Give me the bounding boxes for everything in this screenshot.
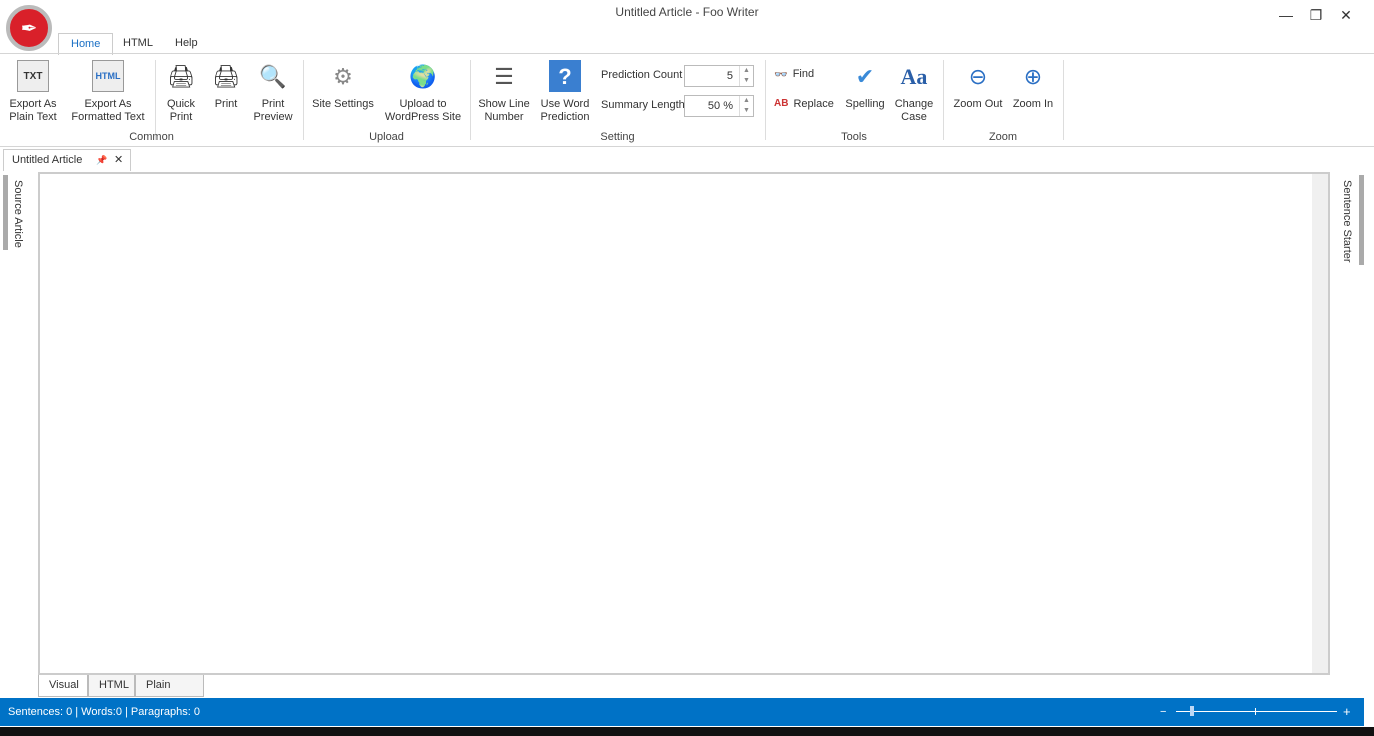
label: Use Word Prediction xyxy=(536,98,594,124)
zoom-slider-thumb[interactable] xyxy=(1190,706,1194,716)
editor-area[interactable] xyxy=(38,172,1330,675)
preview-magnifier-icon: 🔍 xyxy=(257,60,289,92)
label: Change Case xyxy=(890,98,938,124)
group-label-common: Common xyxy=(0,131,303,143)
tab-html[interactable]: HTML xyxy=(111,33,165,54)
zoom-out-button[interactable]: ⊖ Zoom Out xyxy=(950,60,1006,111)
upload-wordpress-button[interactable]: 🌍 Upload to WordPress Site xyxy=(382,60,464,124)
help-document-icon: ? xyxy=(549,60,581,92)
close-tab-icon[interactable]: ✕ xyxy=(114,150,123,170)
numbered-list-icon: ☰ xyxy=(488,60,520,92)
label: Export As Plain Text xyxy=(4,98,62,124)
divider xyxy=(1063,60,1064,140)
label: Show Line Number xyxy=(476,98,532,124)
zoom-slider[interactable] xyxy=(1176,711,1337,712)
label: Print Preview xyxy=(250,98,296,124)
label: Zoom In xyxy=(1008,98,1058,111)
printer-icon: 🖨 xyxy=(165,60,197,92)
zoom-in-button[interactable]: ⊕ Zoom In xyxy=(1008,60,1058,111)
document-tab[interactable]: Untitled Article 📌 ✕ xyxy=(3,149,131,171)
summary-length-spinner[interactable]: 50 %▲▼ xyxy=(684,95,754,117)
divider xyxy=(303,60,304,140)
replace-button[interactable]: AB Replace xyxy=(774,98,834,110)
divider xyxy=(470,60,471,140)
show-line-number-button[interactable]: ☰ Show Line Number xyxy=(476,60,532,124)
prediction-count-label: Prediction Count xyxy=(601,69,682,81)
tab-home[interactable]: Home xyxy=(58,33,113,55)
label: Replace xyxy=(793,98,833,110)
word-prediction-button[interactable]: ? Use Word Prediction xyxy=(536,60,594,124)
find-button[interactable]: 👓 Find xyxy=(774,68,814,81)
spelling-button[interactable]: ✔ Spelling xyxy=(842,60,888,111)
sentence-starter-panel-tab[interactable]: Sentence Starter xyxy=(1341,180,1353,263)
export-plain-text-button[interactable]: TXT Export As Plain Text xyxy=(4,60,62,124)
label: Print xyxy=(205,98,247,111)
print-button[interactable]: 🖨 Print xyxy=(205,60,247,111)
label: Quick Print xyxy=(160,98,202,124)
group-label-setting: Setting xyxy=(470,131,765,143)
status-counts: Sentences: 0 | Words:0 | Paragraphs: 0 xyxy=(8,706,200,718)
tab-help[interactable]: Help xyxy=(163,33,210,54)
view-tab-html[interactable]: HTML xyxy=(88,675,135,697)
prediction-count-spinner[interactable]: 5▲▼ xyxy=(684,65,754,87)
left-panel-marker xyxy=(3,175,8,250)
binoculars-icon: 👓 xyxy=(774,68,788,81)
export-formatted-text-button[interactable]: HTML Export As Formatted Text xyxy=(66,60,150,124)
zoom-plus-button[interactable]: + xyxy=(1343,698,1351,726)
printer-question-icon: 🖨 xyxy=(210,60,242,92)
app-logo-quill-icon[interactable]: ✒ xyxy=(6,5,52,51)
source-article-panel-tab[interactable]: Source Article xyxy=(12,180,24,248)
document-tab-label: Untitled Article xyxy=(12,154,82,166)
label: Find xyxy=(793,68,814,81)
html-file-icon: HTML xyxy=(92,60,124,92)
spellcheck-icon: ✔ xyxy=(849,60,881,92)
label: Upload to WordPress Site xyxy=(382,98,464,124)
globe-upload-icon: 🌍 xyxy=(407,60,439,92)
value: 5 xyxy=(685,66,739,86)
label: Zoom Out xyxy=(950,98,1006,111)
restore-button[interactable]: ❐ xyxy=(1303,4,1329,26)
divider xyxy=(943,60,944,140)
label: Spelling xyxy=(842,98,888,111)
group-label-tools: Tools xyxy=(765,131,943,143)
value: 50 % xyxy=(685,96,739,116)
vertical-scrollbar[interactable] xyxy=(1312,174,1328,673)
group-label-upload: Upload xyxy=(303,131,470,143)
view-tab-plain-text[interactable]: Plain Text xyxy=(135,675,204,697)
close-button[interactable]: ✕ xyxy=(1333,4,1359,26)
zoom-out-icon: ⊖ xyxy=(962,60,994,92)
window-title: Untitled Article - Foo Writer xyxy=(0,5,1374,19)
label: Export As Formatted Text xyxy=(66,98,150,124)
right-panel-marker xyxy=(1359,175,1364,265)
divider xyxy=(155,60,156,140)
divider xyxy=(765,60,766,140)
label: Site Settings xyxy=(310,98,376,111)
pin-icon[interactable]: 📌 xyxy=(96,150,107,170)
font-case-icon: Aa xyxy=(898,60,930,92)
summary-length-label: Summary Length xyxy=(601,99,685,111)
view-tab-visual[interactable]: Visual xyxy=(38,675,88,697)
change-case-button[interactable]: Aa Change Case xyxy=(890,60,938,124)
minimize-button[interactable]: — xyxy=(1273,4,1299,26)
spin-arrows-icon[interactable]: ▲▼ xyxy=(739,66,753,86)
zoom-in-icon: ⊕ xyxy=(1017,60,1049,92)
site-settings-button[interactable]: ⚙ Site Settings xyxy=(310,60,376,111)
print-preview-button[interactable]: 🔍 Print Preview xyxy=(250,60,296,124)
zoom-minus-button[interactable]: − xyxy=(1160,698,1166,726)
zoom-slider-tick xyxy=(1255,708,1256,715)
replace-ab-icon: AB xyxy=(774,98,788,110)
quick-print-button[interactable]: 🖨 Quick Print xyxy=(160,60,202,124)
group-label-zoom: Zoom xyxy=(943,131,1063,143)
status-bar: Sentences: 0 | Words:0 | Paragraphs: 0 −… xyxy=(0,698,1364,726)
txt-file-icon: TXT xyxy=(17,60,49,92)
taskbar xyxy=(0,727,1374,736)
spin-arrows-icon[interactable]: ▲▼ xyxy=(739,96,753,116)
gear-icon: ⚙ xyxy=(327,60,359,92)
